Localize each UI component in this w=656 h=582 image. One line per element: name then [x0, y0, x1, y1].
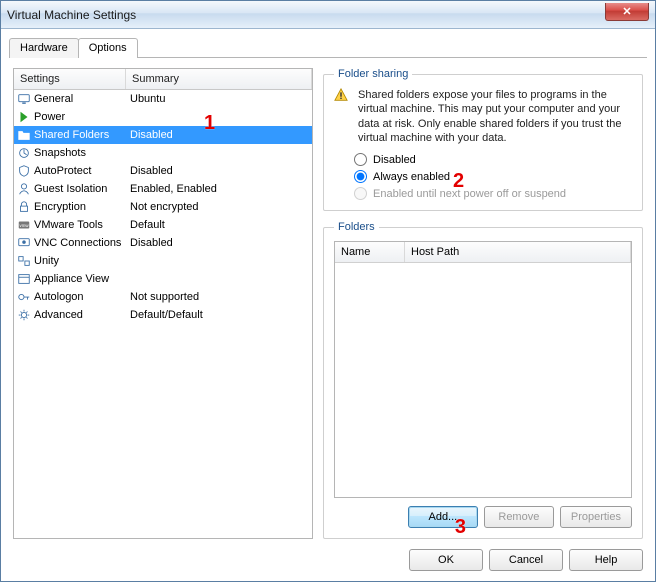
radio-disabled-label: Disabled — [373, 154, 416, 166]
settings-row-vmware-tools[interactable]: vmw VMware ToolsDefault — [14, 216, 312, 234]
settings-row-name: Autologon — [34, 291, 126, 303]
settings-row-summary: Not supported — [126, 291, 312, 303]
col-header-settings: Settings — [14, 69, 126, 89]
sharing-warning-text: Shared folders expose your files to prog… — [358, 88, 632, 145]
vnc-icon — [16, 235, 32, 251]
settings-list: Settings Summary GeneralUbuntuPowerShare… — [13, 68, 313, 539]
ok-button[interactable]: OK — [409, 549, 483, 571]
settings-row-name: Encryption — [34, 201, 126, 213]
settings-row-summary: Disabled — [126, 165, 312, 177]
settings-row-unity[interactable]: Unity — [14, 252, 312, 270]
settings-row-shared-folders[interactable]: Shared FoldersDisabled — [14, 126, 312, 144]
sharing-warning-row: Shared folders expose your files to prog… — [334, 88, 632, 145]
folders-group: Folders Name Host Path Add... Remove Pro… — [323, 221, 643, 539]
remove-button: Remove — [484, 506, 554, 528]
radio-always-label: Always enabled — [373, 171, 450, 183]
radio-until: Enabled until next power off or suspend — [354, 187, 632, 200]
folders-legend: Folders — [334, 221, 379, 233]
properties-button: Properties — [560, 506, 632, 528]
settings-row-vnc-connections[interactable]: VNC ConnectionsDisabled — [14, 234, 312, 252]
folders-table[interactable]: Name Host Path — [334, 241, 632, 498]
settings-row-encryption[interactable]: EncryptionNot encrypted — [14, 198, 312, 216]
window-body: Hardware Options Settings Summary Genera… — [1, 29, 655, 581]
dialog-buttons: OK Cancel Help — [1, 543, 655, 581]
settings-row-name: Unity — [34, 255, 126, 267]
key-icon — [16, 289, 32, 305]
radio-disabled[interactable]: Disabled — [354, 153, 632, 166]
lock-icon — [16, 199, 32, 215]
warning-icon — [334, 88, 350, 104]
settings-row-name: VNC Connections — [34, 237, 126, 249]
settings-row-name: Advanced — [34, 309, 126, 321]
settings-row-name: Snapshots — [34, 147, 126, 159]
radio-always-input[interactable] — [354, 170, 367, 183]
settings-row-summary: Default — [126, 219, 312, 231]
folders-buttons: Add... Remove Properties — [334, 506, 632, 528]
close-icon: ✕ — [622, 5, 631, 18]
folder-sharing-group: Folder sharing Shared folders expose you… — [323, 68, 643, 211]
settings-row-advanced[interactable]: AdvancedDefault/Default — [14, 306, 312, 324]
titlebar: Virtual Machine Settings ✕ — [1, 1, 655, 29]
tab-hardware[interactable]: Hardware — [9, 38, 79, 58]
unity-icon — [16, 253, 32, 269]
cancel-button[interactable]: Cancel — [489, 549, 563, 571]
help-button[interactable]: Help — [569, 549, 643, 571]
settings-row-summary: Not encrypted — [126, 201, 312, 213]
settings-list-header: Settings Summary — [14, 69, 312, 90]
settings-row-name: General — [34, 93, 126, 105]
snapshot-icon — [16, 145, 32, 161]
tab-options[interactable]: Options — [78, 38, 138, 58]
vmw-icon: vmw — [16, 217, 32, 233]
col-header-summary: Summary — [126, 69, 312, 89]
settings-row-name: AutoProtect — [34, 165, 126, 177]
settings-row-name: Guest Isolation — [34, 183, 126, 195]
settings-row-autoprotect[interactable]: AutoProtectDisabled — [14, 162, 312, 180]
svg-text:vmw: vmw — [20, 223, 30, 228]
settings-row-appliance-view[interactable]: Appliance View — [14, 270, 312, 288]
settings-row-name: VMware Tools — [34, 219, 126, 231]
tabstrip: Hardware Options — [9, 37, 647, 58]
close-button[interactable]: ✕ — [605, 3, 649, 21]
radio-disabled-input[interactable] — [354, 153, 367, 166]
folders-table-header: Name Host Path — [335, 242, 631, 263]
content-row: Settings Summary GeneralUbuntuPowerShare… — [1, 58, 655, 543]
settings-row-summary: Disabled — [126, 237, 312, 249]
vm-settings-window: Virtual Machine Settings ✕ Hardware Opti… — [0, 0, 656, 582]
folder-icon — [16, 127, 32, 143]
settings-row-snapshots[interactable]: Snapshots — [14, 144, 312, 162]
window-icon — [16, 271, 32, 287]
user-icon — [16, 181, 32, 197]
right-panel: Folder sharing Shared folders expose you… — [323, 68, 643, 539]
settings-row-summary: Ubuntu — [126, 93, 312, 105]
settings-list-body[interactable]: GeneralUbuntuPowerShared FoldersDisabled… — [14, 90, 312, 538]
monitor-icon — [16, 91, 32, 107]
radio-always[interactable]: Always enabled — [354, 170, 632, 183]
radio-until-label: Enabled until next power off or suspend — [373, 188, 566, 200]
folders-col-name: Name — [335, 242, 405, 262]
folder-sharing-legend: Folder sharing — [334, 68, 412, 80]
settings-row-summary: Enabled, Enabled — [126, 183, 312, 195]
settings-row-summary: Default/Default — [126, 309, 312, 321]
settings-row-guest-isolation[interactable]: Guest IsolationEnabled, Enabled — [14, 180, 312, 198]
power-icon — [16, 109, 32, 125]
radio-until-input — [354, 187, 367, 200]
settings-row-general[interactable]: GeneralUbuntu — [14, 90, 312, 108]
tabs-row: Hardware Options — [1, 29, 655, 58]
settings-row-power[interactable]: Power — [14, 108, 312, 126]
settings-row-autologon[interactable]: AutologonNot supported — [14, 288, 312, 306]
add-button[interactable]: Add... — [408, 506, 478, 528]
folders-col-host: Host Path — [405, 242, 631, 262]
settings-row-summary: Disabled — [126, 129, 312, 141]
settings-row-name: Power — [34, 111, 126, 123]
settings-row-name: Shared Folders — [34, 129, 126, 141]
gear-icon — [16, 307, 32, 323]
window-title: Virtual Machine Settings — [7, 8, 136, 22]
settings-row-name: Appliance View — [34, 273, 126, 285]
shield-icon — [16, 163, 32, 179]
